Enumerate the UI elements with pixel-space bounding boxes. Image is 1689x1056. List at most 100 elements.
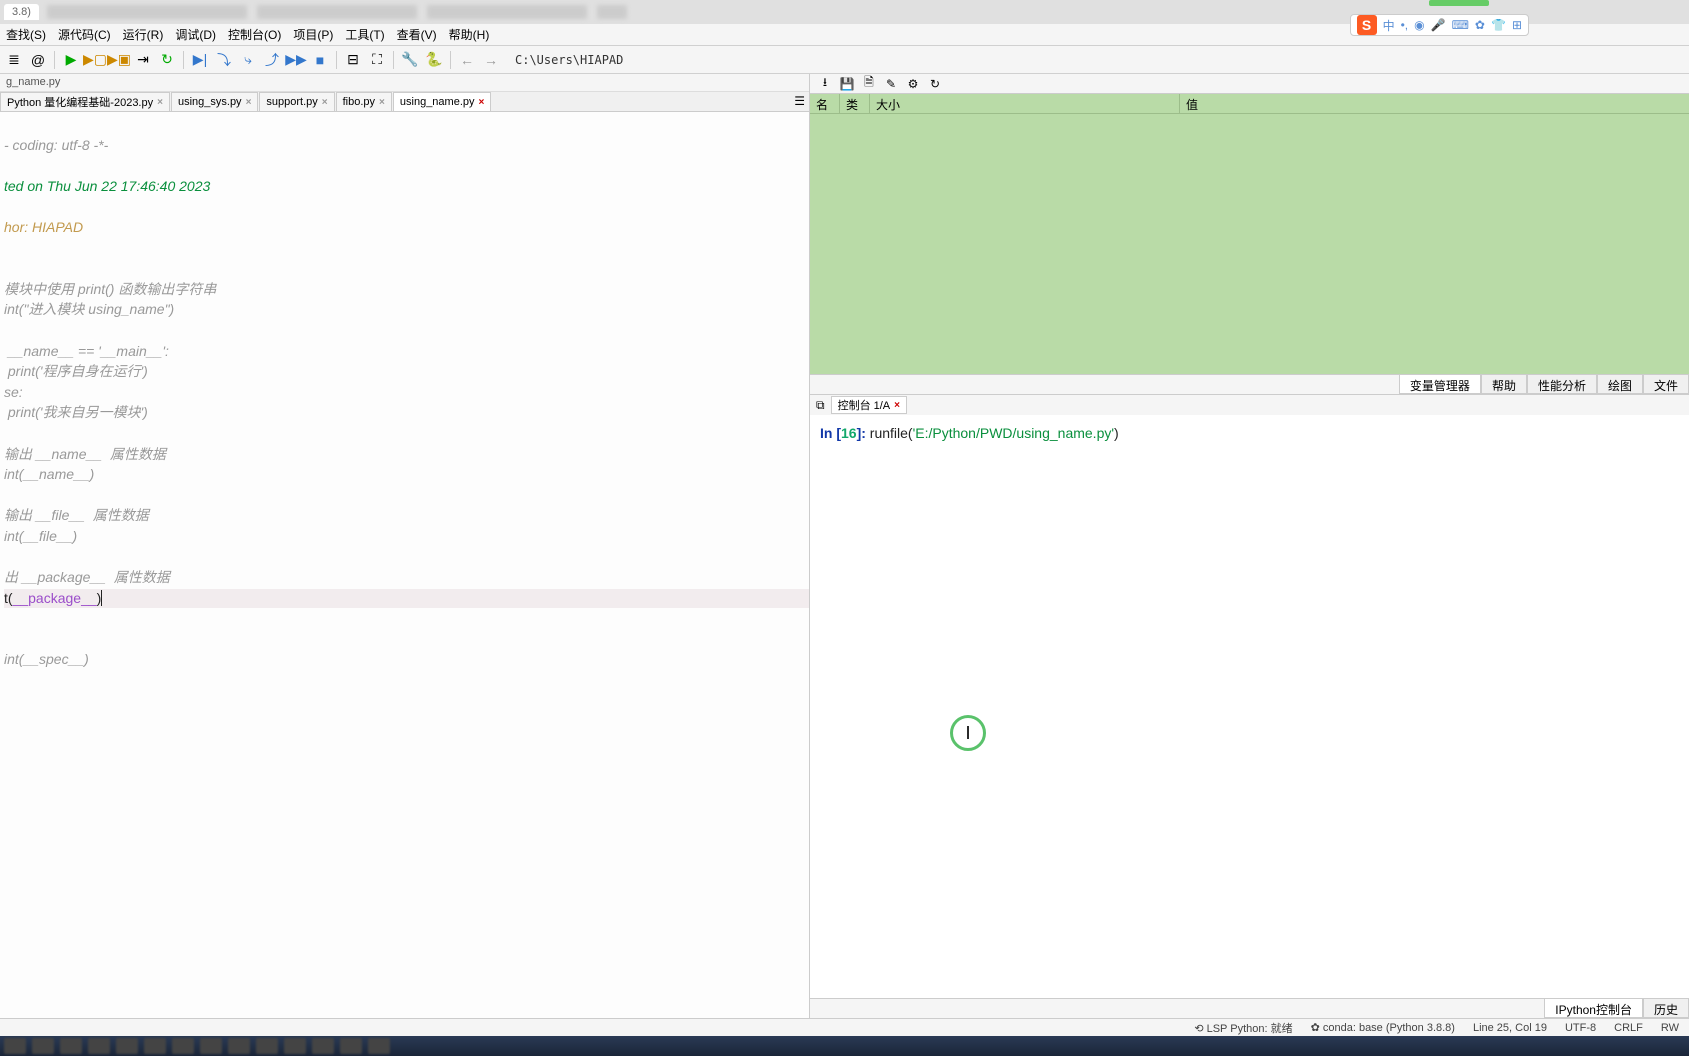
col-type[interactable]: 类型 [840,94,870,113]
task-app-icon[interactable] [368,1038,390,1054]
task-app-icon[interactable] [200,1038,222,1054]
import-icon[interactable]: ⭳ [818,77,832,91]
windows-taskbar[interactable] [0,1036,1689,1056]
run-selection-icon[interactable]: ⇥ [133,50,153,70]
close-icon[interactable]: × [246,97,252,108]
tab-ipython[interactable]: IPython控制台 [1544,999,1643,1018]
close-icon[interactable]: × [157,97,163,108]
task-app-icon[interactable] [88,1038,110,1054]
ime-user-icon[interactable]: ◉ [1414,18,1424,32]
task-app-icon[interactable] [340,1038,362,1054]
ime-skin-icon[interactable]: ✿ [1475,18,1485,32]
close-icon[interactable]: × [322,97,328,108]
step-into-icon[interactable]: ⤷ [238,50,258,70]
status-bar: ⟲ LSP Python: 就绪 ✿ conda: base (Python 3… [0,1018,1689,1036]
task-app-icon[interactable] [172,1038,194,1054]
cursor-indicator-icon: I [950,715,986,751]
console-tab[interactable]: 控制台 1/A× [831,396,907,414]
continue-icon[interactable]: ▶▶ [286,50,306,70]
task-app-icon[interactable] [228,1038,250,1054]
col-value[interactable]: 值 [1180,94,1689,113]
editor-tabstrip: Python 量化编程基础-2023.py× using_sys.py× sup… [0,92,809,112]
menu-project[interactable]: 项目(P) [287,26,339,43]
tab-help[interactable]: 帮助 [1481,375,1527,394]
tab-history[interactable]: 历史 [1643,999,1689,1018]
menu-run[interactable]: 运行(R) [117,26,170,43]
col-size[interactable]: 大小 [870,94,1180,113]
run-icon[interactable]: ▶ [61,50,81,70]
tab-using-sys[interactable]: using_sys.py× [171,92,258,111]
tab-using-name[interactable]: using_name.py× [393,92,491,111]
ime-lang-icon[interactable]: 中 [1383,17,1395,34]
status-mode: RW [1661,1022,1679,1034]
working-dir-path[interactable]: C:\Users\HIAPAD [515,53,623,67]
close-icon[interactable]: × [479,97,485,108]
tab-fibo[interactable]: fibo.py× [336,92,392,111]
ipython-console[interactable]: In [16]: runfile('E:/Python/PWD/using_na… [810,415,1689,998]
task-app-icon[interactable] [312,1038,334,1054]
tab-support[interactable]: support.py× [259,92,334,111]
variable-explorer-body[interactable] [810,114,1689,374]
python-tab: 3.8) [4,4,39,20]
filter-icon[interactable]: ⚙ [906,77,920,91]
close-icon[interactable]: × [894,400,900,411]
menu-console[interactable]: 控制台(O) [222,26,287,43]
edit-icon[interactable]: ✎ [884,77,898,91]
task-app-icon[interactable] [284,1038,306,1054]
close-icon[interactable]: × [379,97,385,108]
ime-punct-icon[interactable]: •, [1401,18,1409,32]
tab-plots[interactable]: 绘图 [1597,375,1643,394]
menu-help[interactable]: 帮助(H) [443,26,496,43]
status-eol[interactable]: CRLF [1614,1022,1643,1034]
tab-profiler[interactable]: 性能分析 [1527,375,1597,394]
reload-icon[interactable]: ↻ [157,50,177,70]
editor-pane: g_name.py Python 量化编程基础-2023.py× using_s… [0,74,810,1018]
console-bottom-tabs: IPython控制台 历史 [810,998,1689,1018]
tab-variables[interactable]: 变量管理器 [1399,375,1481,394]
code-editor[interactable]: - coding: utf-8 -*- ted on Thu Jun 22 17… [0,112,809,1018]
stop-icon[interactable]: ■ [310,50,330,70]
run-cell-icon[interactable]: ▶▢ [85,50,105,70]
menu-view[interactable]: 查看(V) [391,26,443,43]
step-out-icon[interactable]: ⤴ [262,50,282,70]
ime-floating-bar[interactable]: S 中 •, ◉ 🎤 ⌨ ✿ 👕 ⊞ [1350,14,1529,36]
ime-mic-icon[interactable]: 🎤 [1431,18,1446,32]
save-as-icon[interactable]: 🗎 [862,77,876,91]
menu-tools[interactable]: 工具(T) [339,26,390,43]
list-icon[interactable]: ≣ [4,50,24,70]
menu-search[interactable]: 查找(S) [0,26,52,43]
tab-files[interactable]: 文件 [1643,375,1689,394]
back-icon[interactable]: ← [457,50,477,70]
debug-icon[interactable]: ▶| [190,50,210,70]
status-encoding[interactable]: UTF-8 [1565,1022,1596,1034]
editor-breadcrumb[interactable]: g_name.py [0,74,809,92]
forward-icon[interactable]: → [481,50,501,70]
expand-icon[interactable]: ⧉ [816,398,825,413]
save-icon[interactable]: 💾 [840,77,854,91]
at-icon[interactable]: @ [28,50,48,70]
status-conda[interactable]: ✿ conda: base (Python 3.8.8) [1311,1021,1455,1034]
run-cell-advance-icon[interactable]: ▶▣ [109,50,129,70]
ime-keyboard-icon[interactable]: ⌨ [1452,18,1469,32]
menu-debug[interactable]: 调试(D) [169,26,222,43]
menu-source[interactable]: 源代码(C) [52,26,117,43]
ime-grid-icon[interactable]: ⊞ [1512,18,1522,32]
col-name[interactable]: 名称 [810,94,840,113]
wrench-icon[interactable]: 🔧 [400,50,420,70]
task-app-icon[interactable] [4,1038,26,1054]
task-app-icon[interactable] [256,1038,278,1054]
tab-menu-icon[interactable]: ☰ [794,94,805,108]
task-app-icon[interactable] [116,1038,138,1054]
maximize-icon[interactable]: ⛶ [367,50,387,70]
task-app-icon[interactable] [60,1038,82,1054]
step-over-icon[interactable]: ⤵ [214,50,234,70]
refresh-icon[interactable]: ↻ [928,77,942,91]
task-app-icon[interactable] [144,1038,166,1054]
right-pane: ⭳ 💾 🗎 ✎ ⚙ ↻ 名称 类型 大小 值 变量管理器 帮助 性能分析 绘图 … [810,74,1689,1018]
tab-python-quant[interactable]: Python 量化编程基础-2023.py× [0,92,170,111]
python-path-icon[interactable]: 🐍 [424,50,444,70]
save-layout-icon[interactable]: ⊟ [343,50,363,70]
status-lsp[interactable]: ⟲ LSP Python: 就绪 [1194,1020,1292,1036]
ime-tshirt-icon[interactable]: 👕 [1491,18,1506,32]
task-app-icon[interactable] [32,1038,54,1054]
